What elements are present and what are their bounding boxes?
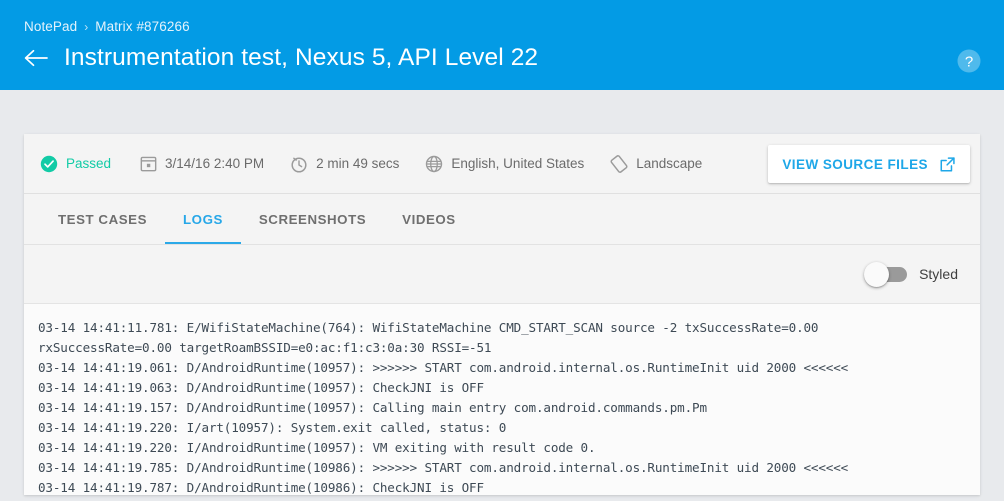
tab-videos-label: VIDEOS — [402, 212, 456, 227]
app-bar: NotePad › Matrix #876266 Instrumentation… — [0, 0, 1004, 90]
tab-screenshots[interactable]: SCREENSHOTS — [241, 194, 384, 244]
stopwatch-icon — [290, 155, 308, 173]
test-result-card: Passed 3/14/16 2:40 PM 2 min 49 secs — [24, 134, 980, 495]
breadcrumb-notepad[interactable]: NotePad — [24, 19, 77, 34]
tab-logs-label: LOGS — [183, 212, 223, 227]
meta-orientation-label: Landscape — [636, 156, 702, 171]
breadcrumb: NotePad › Matrix #876266 — [24, 19, 190, 34]
check-circle-icon — [40, 155, 58, 173]
view-source-files-label: VIEW SOURCE FILES — [782, 157, 928, 172]
styled-toggle-label: Styled — [919, 266, 958, 282]
styled-toggle-knob — [864, 262, 889, 287]
log-line: rxSuccessRate=0.00 targetRoamBSSID=e0:ac… — [38, 338, 980, 358]
meta-date-label: 3/14/16 2:40 PM — [165, 156, 264, 171]
log-line: 03-14 14:41:19.220: I/art(10957): System… — [38, 418, 980, 438]
tab-bar: TEST CASES LOGS SCREENSHOTS VIDEOS — [24, 194, 980, 245]
tab-test-cases-label: TEST CASES — [58, 212, 147, 227]
help-circle-icon[interactable]: ? — [956, 48, 982, 74]
calendar-icon — [139, 155, 157, 173]
tab-screenshots-label: SCREENSHOTS — [259, 212, 366, 227]
meta-locale: English, United States — [425, 155, 584, 173]
log-output-panel[interactable]: 03-14 14:41:11.781: E/WifiStateMachine(7… — [24, 303, 980, 495]
view-source-files-button[interactable]: VIEW SOURCE FILES — [768, 145, 970, 183]
log-options-row: Styled — [24, 245, 980, 303]
log-line: 03-14 14:41:19.063: D/AndroidRuntime(109… — [38, 378, 980, 398]
open-in-new-icon — [938, 155, 956, 173]
meta-locale-label: English, United States — [451, 156, 584, 171]
tab-videos[interactable]: VIDEOS — [384, 194, 474, 244]
log-line: 03-14 14:41:11.781: E/WifiStateMachine(7… — [38, 318, 980, 338]
status-label: Passed — [66, 156, 111, 171]
globe-icon — [425, 155, 443, 173]
screen-rotation-icon — [610, 155, 628, 173]
status-badge: Passed — [40, 155, 111, 173]
meta-date: 3/14/16 2:40 PM — [139, 155, 264, 173]
styled-toggle[interactable] — [865, 267, 907, 282]
breadcrumb-separator-icon: › — [84, 20, 88, 34]
log-line: 03-14 14:41:19.787: D/AndroidRuntime(109… — [38, 478, 980, 495]
back-arrow-icon[interactable] — [24, 46, 48, 70]
svg-text:?: ? — [965, 54, 973, 71]
tab-logs[interactable]: LOGS — [165, 194, 241, 244]
tab-test-cases[interactable]: TEST CASES — [40, 194, 165, 244]
meta-duration: 2 min 49 secs — [290, 155, 399, 173]
log-line: 03-14 14:41:19.157: D/AndroidRuntime(109… — [38, 398, 980, 418]
meta-duration-label: 2 min 49 secs — [316, 156, 399, 171]
log-line: 03-14 14:41:19.061: D/AndroidRuntime(109… — [38, 358, 980, 378]
log-line: 03-14 14:41:19.220: I/AndroidRuntime(109… — [38, 438, 980, 458]
page-title: Instrumentation test, Nexus 5, API Level… — [64, 44, 538, 72]
meta-orientation: Landscape — [610, 155, 702, 173]
meta-strip: Passed 3/14/16 2:40 PM 2 min 49 secs — [24, 134, 980, 194]
log-line: 03-14 14:41:19.785: D/AndroidRuntime(109… — [38, 458, 980, 478]
title-row: Instrumentation test, Nexus 5, API Level… — [24, 44, 538, 72]
breadcrumb-matrix[interactable]: Matrix #876266 — [95, 19, 189, 34]
